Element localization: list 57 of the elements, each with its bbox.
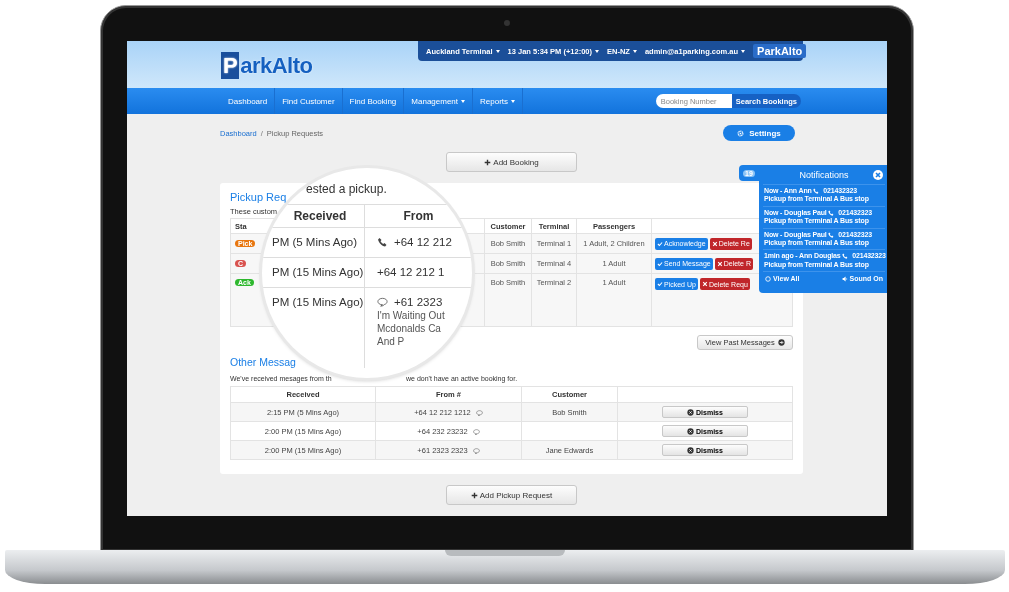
description-text: ested a pickup.	[306, 182, 387, 196]
section-title: Pickup Req	[230, 191, 287, 203]
nav-link[interactable]: Reports	[480, 96, 516, 106]
phone-icon	[377, 237, 388, 247]
table-cell: +61 2323	[394, 296, 443, 308]
phone-icon	[842, 253, 849, 260]
speech-bubble-icon	[472, 428, 480, 435]
close-icon[interactable]	[873, 169, 883, 180]
caret-icon	[511, 99, 516, 103]
close-icon	[716, 260, 723, 267]
nav-link[interactable]: Management	[411, 96, 465, 106]
close-icon	[701, 281, 708, 287]
speech-bubble-icon	[475, 409, 483, 416]
close-circle-icon	[687, 446, 695, 454]
settings-button[interactable]: Settings	[723, 125, 795, 141]
add-pickup-request-button[interactable]: Add Pickup Request	[446, 485, 577, 505]
column-header: From	[403, 209, 434, 223]
nav-link[interactable]: Find Customer	[282, 96, 335, 106]
caret-icon	[632, 49, 637, 53]
phone-icon	[828, 209, 835, 216]
table-cell: PM (15 Mins Ago)	[272, 296, 364, 308]
check-icon	[657, 260, 663, 267]
logo[interactable]: ParkAlto	[221, 52, 313, 79]
message-text: And P	[377, 336, 405, 347]
phone-icon	[828, 231, 835, 238]
logo: ParkAlto	[753, 44, 807, 58]
panel-title: Notifications	[799, 169, 849, 180]
circle-icon	[765, 275, 771, 282]
caret-icon	[741, 49, 746, 53]
caret-icon	[594, 49, 599, 53]
plus-icon	[470, 491, 478, 499]
column-header: Received	[293, 209, 347, 223]
arrow-circle-icon	[777, 339, 785, 346]
close-icon	[711, 240, 718, 247]
table-cell-text: PM (5 Mins Ago)	[272, 236, 358, 248]
plus-icon	[484, 158, 492, 166]
check-icon	[657, 281, 663, 287]
section-title: Other Messag	[230, 356, 296, 368]
table-cell: +64 12 212 1	[377, 266, 445, 278]
close-circle-icon	[687, 408, 695, 416]
check-icon	[657, 240, 663, 247]
nav-link[interactable]: Dashboard	[228, 96, 268, 106]
table-cell: +64 12 212	[394, 236, 452, 248]
caret-icon	[495, 49, 500, 53]
close-circle-icon	[687, 427, 695, 435]
speaker-icon	[841, 275, 848, 282]
caret-icon	[461, 99, 465, 103]
message-text: Mcdonalds Ca	[377, 323, 441, 334]
nav-link[interactable]: Find Booking	[349, 96, 397, 106]
speech-bubble-icon	[472, 447, 480, 454]
phone-icon	[813, 188, 820, 194]
message-text: I'm Waiting Out	[377, 310, 445, 321]
speech-bubble-icon	[377, 297, 388, 307]
add-booking-button[interactable]: Add Booking	[446, 152, 577, 172]
camera-dot	[504, 20, 510, 26]
table-cell: PM (15 Mins Ago)	[272, 266, 364, 278]
gear-icon	[737, 129, 745, 137]
